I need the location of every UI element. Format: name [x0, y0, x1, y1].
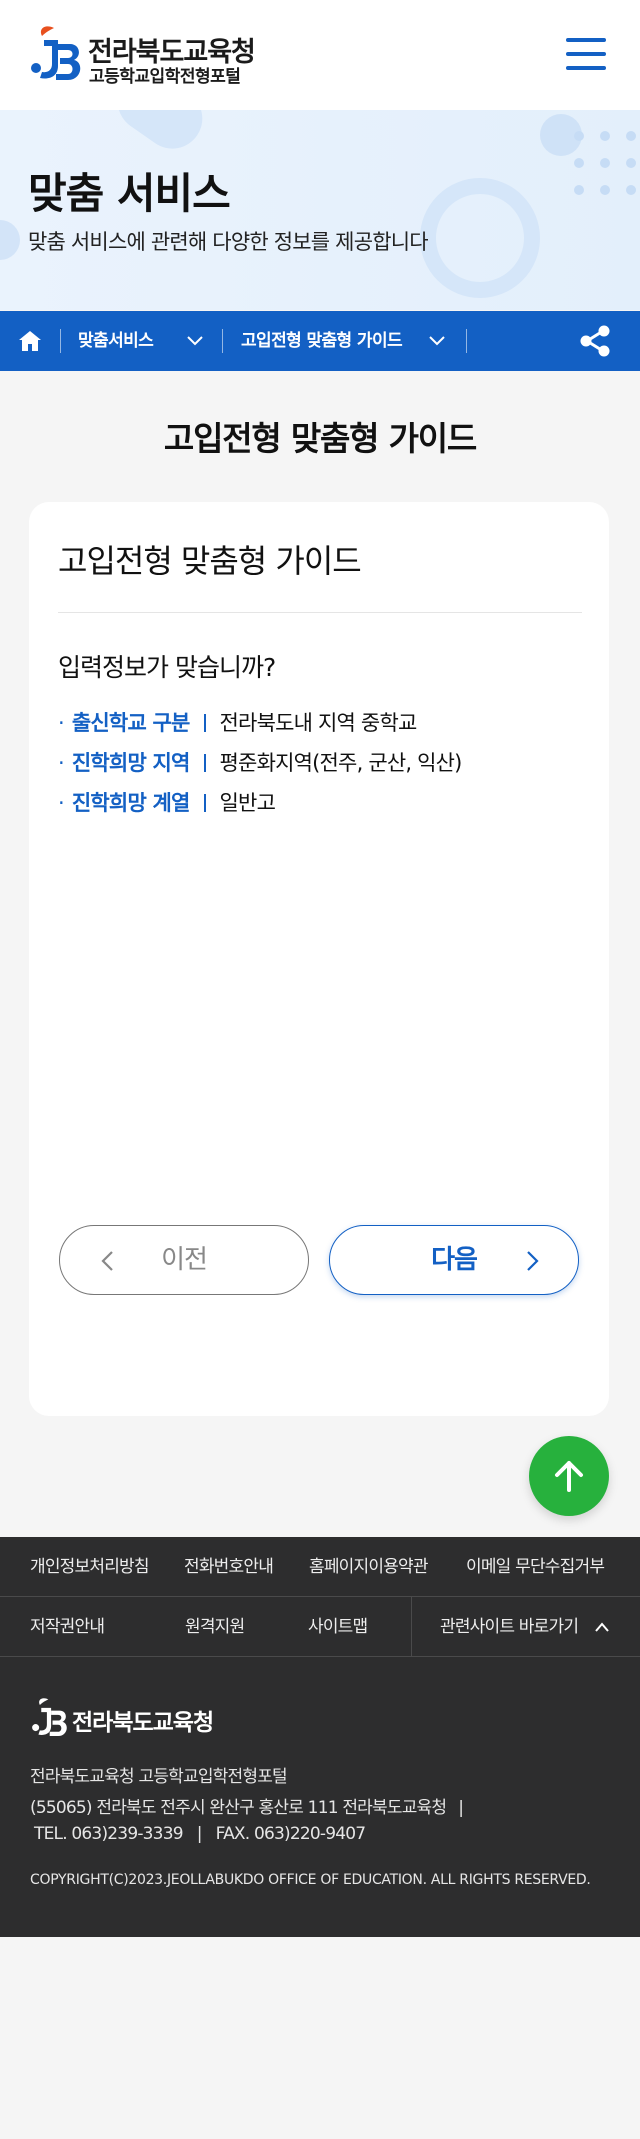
card-title: 고입전형 맞춤형 가이드	[58, 542, 362, 580]
next-button[interactable]: 다음	[329, 1225, 579, 1295]
footer-divider	[411, 1597, 412, 1657]
footer-separator: |	[458, 1798, 464, 1818]
info-divider	[203, 794, 206, 812]
related-sites-toggle[interactable]: 관련사이트 바로가기	[440, 1597, 579, 1657]
menu-icon-line	[566, 52, 606, 56]
location-item-service[interactable]: 맞춤서비스	[78, 311, 154, 371]
share-icon[interactable]	[578, 324, 612, 358]
banner-decoration	[626, 185, 636, 195]
page-title: 고입전형 맞춤형 가이드	[163, 419, 477, 458]
info-row-region: · 진학희망 지역 평준화지역(전주, 군산, 익산)	[58, 747, 462, 777]
arrow-up-icon	[555, 1461, 583, 1492]
info-row-school-type: · 출신학교 구분 전라북도내 지역 중학교	[58, 707, 418, 737]
footer-links-row: 저작권안내 원격지원 사이트맵 관련사이트 바로가기	[0, 1597, 640, 1657]
card-divider	[58, 612, 582, 613]
footer-copyright: COPYRIGHT(C)2023.JEOLLABUKDO OFFICE OF E…	[30, 1872, 591, 1888]
menu-icon-line	[566, 66, 606, 70]
footer-fax: FAX. 063)220-9407	[215, 1824, 366, 1844]
menu-button[interactable]	[560, 34, 610, 74]
footer-portal-name: 전라북도교육청 고등학교입학전형포털	[30, 1767, 288, 1787]
location-divider	[60, 329, 61, 353]
chevron-right-icon	[527, 1251, 539, 1271]
logo-mark-icon	[31, 26, 81, 80]
prev-button[interactable]: 이전	[59, 1225, 309, 1295]
info-divider	[203, 754, 206, 772]
portal-name: 고등학교입학전형포털	[89, 67, 241, 87]
banner-decoration	[0, 220, 20, 260]
banner-decoration	[600, 158, 610, 168]
banner-title: 맞춤 서비스	[28, 169, 231, 218]
footer-link-terms[interactable]: 홈페이지이용약관	[309, 1537, 429, 1597]
info-row-track: · 진학희망 계열 일반고	[58, 787, 276, 817]
footer-links-row: 개인정보처리방침 전화번호안내 홈페이지이용약관 이메일 무단수집거부	[0, 1537, 640, 1597]
confirm-question: 입력정보가 맞습니까?	[58, 653, 276, 682]
guide-card: 고입전형 맞춤형 가이드 입력정보가 맞습니까? · 출신학교 구분 전라북도내 지…	[29, 502, 609, 1416]
footer-link-privacy[interactable]: 개인정보처리방침	[30, 1537, 150, 1597]
banner-decoration	[626, 158, 636, 168]
location-bar: 맞춤서비스 고입전형 맞춤형 가이드	[0, 311, 640, 371]
footer-logo: 전라북도교육청	[30, 1695, 230, 1739]
bullet: ·	[58, 751, 65, 775]
footer-address-text: (55065) 전라북도 전주시 완산구 홍산로 111 전라북도교육청	[30, 1798, 447, 1818]
banner-decoration	[105, 110, 215, 161]
chevron-up-icon[interactable]	[594, 1621, 610, 1633]
footer-link-remote[interactable]: 원격지원	[185, 1597, 245, 1657]
footer-link-sitemap[interactable]: 사이트맵	[308, 1597, 368, 1657]
banner-decoration	[574, 131, 584, 141]
footer-logo-text: 전라북도교육청	[72, 1710, 214, 1736]
footer-contact: TEL. 063)239-3339 | FAX. 063)220-9407	[34, 1824, 366, 1844]
banner-decoration	[626, 131, 636, 141]
prev-button-label: 이전	[161, 1245, 208, 1275]
footer-link-copyright[interactable]: 저작권안내	[30, 1597, 105, 1657]
info-divider	[203, 714, 206, 732]
banner-decoration	[600, 131, 610, 141]
banner-decoration	[600, 185, 610, 195]
chevron-down-icon[interactable]	[186, 333, 204, 349]
bullet: ·	[58, 711, 65, 735]
location-item-guide[interactable]: 고입전형 맞춤형 가이드	[241, 311, 403, 371]
info-label: 진학희망 계열	[71, 791, 190, 815]
footer-address: (55065) 전라북도 전주시 완산구 홍산로 111 전라북도교육청 |	[30, 1793, 464, 1818]
site-footer: 개인정보처리방침 전화번호안내 홈페이지이용약관 이메일 무단수집거부 저작권안…	[0, 1537, 640, 1937]
banner-decoration	[420, 178, 540, 298]
bullet: ·	[58, 791, 65, 815]
banner-decoration	[574, 158, 584, 168]
location-divider	[222, 329, 223, 353]
location-divider	[466, 329, 467, 353]
info-value: 평준화지역(전주, 군산, 익산)	[219, 751, 463, 775]
chevron-down-icon[interactable]	[428, 333, 446, 349]
footer-link-phone[interactable]: 전화번호안내	[184, 1537, 274, 1597]
logo-mark-icon	[32, 1698, 67, 1736]
site-header: 전라북도교육청 고등학교입학전형포털	[0, 0, 640, 110]
info-value: 일반고	[219, 791, 276, 815]
menu-icon	[566, 38, 606, 42]
footer-link-email-refusal[interactable]: 이메일 무단수집거부	[466, 1537, 605, 1597]
info-value: 전라북도내 지역 중학교	[219, 711, 418, 735]
site-logo[interactable]: 전라북도교육청 고등학교입학전형포털	[28, 22, 288, 87]
home-icon[interactable]	[16, 327, 44, 355]
sub-visual-banner: 맞춤 서비스 맞춤 서비스에 관련해 다양한 정보를 제공합니다	[0, 110, 640, 310]
footer-tel: TEL. 063)239-3339	[34, 1824, 184, 1844]
footer-separator: |	[196, 1824, 203, 1844]
info-label: 출신학교 구분	[71, 711, 190, 735]
info-label: 진학희망 지역	[71, 751, 190, 775]
scroll-top-button[interactable]	[529, 1436, 609, 1516]
banner-description: 맞춤 서비스에 관련해 다양한 정보를 제공합니다	[28, 230, 429, 254]
banner-decoration	[574, 185, 584, 195]
